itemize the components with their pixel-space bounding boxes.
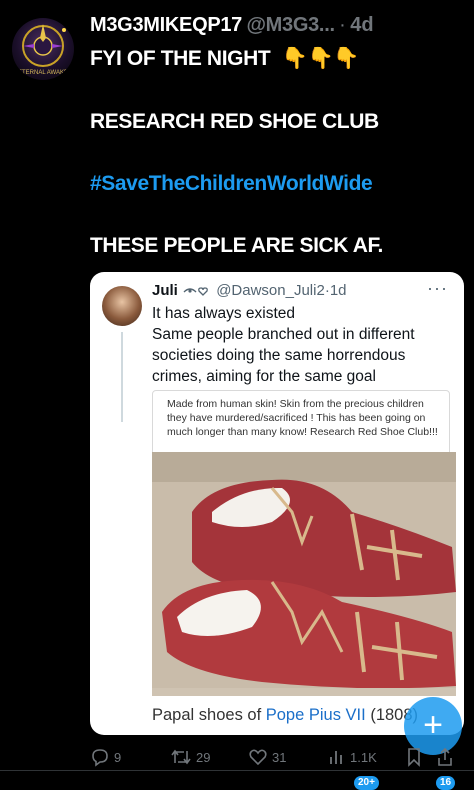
like-button[interactable]: 31: [248, 745, 286, 769]
views-button[interactable]: 1.1K: [328, 745, 377, 769]
eye-heart-emoji-icon: [182, 282, 216, 299]
share-button[interactable]: [436, 745, 454, 769]
share-icon: [438, 747, 452, 766]
pointing-down-emoji: 👇👇👇: [281, 47, 360, 70]
post-header: M3G3MIKEQP17 @M3G3... · 4d: [90, 14, 464, 40]
nav-badge-notifications: 20+: [354, 776, 379, 790]
reply-count: 9: [114, 749, 122, 765]
action-bar: 9 29 31 1.1K: [90, 745, 460, 769]
author-avatar[interactable]: ETERNAL AWAKE: [12, 18, 74, 80]
quote-name: Juli: [152, 282, 178, 299]
photo-caption: Papal shoes of Pope Pius VII (1808): [152, 706, 418, 725]
caption-prefix: Papal shoes of: [152, 706, 266, 724]
quote-line-3: societies doing the same horrendous: [152, 347, 406, 364]
views-icon: [330, 751, 342, 764]
quote-time: 1d: [329, 282, 347, 299]
thread-rail: [121, 332, 123, 422]
quote-header: Juli @Dawson_Juli2·1d: [152, 282, 347, 299]
nav-badge-messages: 16: [436, 776, 456, 790]
separator-dot: ·: [339, 14, 346, 36]
heart-icon: [249, 749, 267, 766]
quote-avatar: [102, 286, 142, 326]
repost-button[interactable]: 29: [170, 745, 210, 769]
bottom-nav: 20+ 16: [0, 770, 474, 790]
author-handle[interactable]: @M3G3...: [246, 14, 335, 36]
quote-line-1: It has always existed: [152, 305, 296, 322]
views-count: 1.1K: [350, 749, 377, 765]
inner-caption: Made from human skin! Skin from the prec…: [152, 390, 450, 460]
bookmark-icon: [408, 748, 420, 767]
quote-line-4: crimes, aiming for the same goal: [152, 368, 376, 385]
bookmark-button[interactable]: [406, 745, 422, 769]
like-count: 31: [272, 749, 287, 765]
quote-more-icon: ···: [427, 278, 448, 298]
repost-count: 29: [196, 749, 211, 765]
post-time[interactable]: 4d: [350, 14, 373, 36]
post-line-4: THESE PEOPLE ARE SICK AF.: [90, 234, 383, 257]
quote-handle: @Dawson_Juli2: [216, 282, 325, 299]
avatar-logo-text: ETERNAL AWAKE: [18, 70, 68, 76]
hashtag-link[interactable]: #SaveTheChildrenWorldWide: [90, 172, 464, 196]
pope-link: Pope Pius VII: [265, 706, 366, 724]
post-line-2: RESEARCH RED SHOE CLUB: [90, 110, 379, 133]
reply-button[interactable]: 9: [90, 745, 121, 769]
quote-line-2: Same people branched out in different: [152, 326, 415, 343]
red-shoes-photo: [152, 452, 456, 696]
attached-image[interactable]: Juli @Dawson_Juli2·1d ··· It has always …: [90, 272, 464, 735]
reply-icon: [92, 749, 108, 767]
display-name[interactable]: M3G3MIKEQP17: [90, 14, 242, 36]
quote-text: It has always existed Same people branch…: [152, 303, 452, 387]
repost-icon: [171, 749, 191, 765]
post-line-1: FYI OF THE NIGHT: [90, 47, 271, 70]
post-text-line: FYI OF THE NIGHT 👇👇👇: [90, 47, 464, 71]
